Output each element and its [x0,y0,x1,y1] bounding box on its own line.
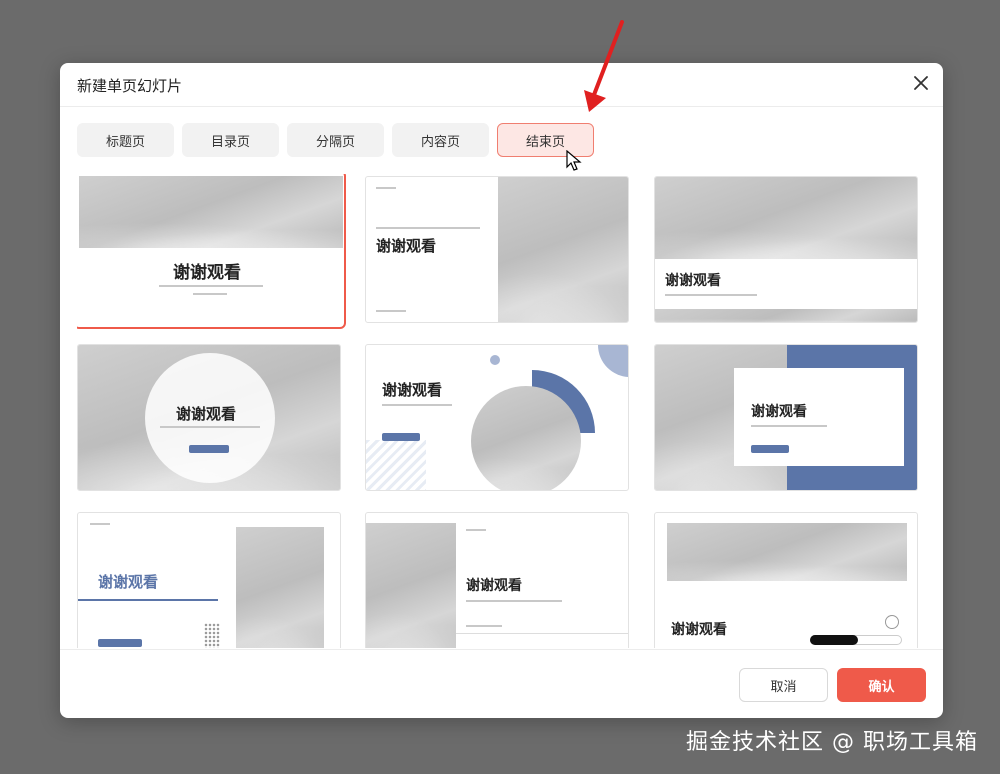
template-subtitle-line [160,426,260,428]
template-thank-text: 谢谢观看 [376,237,437,255]
template-ring [885,615,899,629]
template-image [655,309,917,322]
template-card[interactable]: 谢谢观看 [77,512,341,648]
template-logo-line [376,187,396,189]
template-image [79,176,343,248]
template-subtitle-line [159,285,263,287]
template-card[interactable]: 谢谢观看 [654,344,918,491]
template-subtitle-line [193,293,227,295]
template-pill [189,445,229,453]
confirm-button[interactable]: 确认 [837,668,926,702]
template-pill [98,639,142,647]
template-thank-text: 谢谢观看 [382,381,443,399]
template-card[interactable]: 谢谢观看 [365,344,629,491]
template-corner [598,345,628,377]
template-subtitle-line [376,227,480,229]
template-pill-dark [810,635,858,645]
template-thank-text: 谢谢观看 [176,405,237,423]
cancel-button[interactable]: 取消 [739,668,828,702]
template-thank-text: 谢谢观看 [665,273,721,289]
new-slide-dialog: 新建单页幻灯片 标题页 目录页 分隔页 内容页 结束页 谢谢观看 谢谢观看 谢谢… [60,63,943,718]
template-image [655,177,917,259]
template-subtitle-line [751,425,827,427]
template-thank-text: 谢谢观看 [466,578,522,594]
category-tabs: 标题页 目录页 分隔页 内容页 结束页 [77,123,594,157]
tab-section-page[interactable]: 分隔页 [287,123,384,157]
template-card[interactable]: 谢谢观看 [77,174,346,329]
template-image [366,523,456,648]
template-thank-text: 谢谢观看 [751,404,807,420]
close-icon[interactable] [909,71,933,95]
template-thank-text: 谢谢观看 [173,263,241,283]
template-subtitle-line [665,294,757,296]
template-pill [751,445,789,453]
template-rule [78,599,218,601]
header-divider [60,106,943,107]
template-grid: 谢谢观看 谢谢观看 谢谢观看 谢谢观看 谢谢观看 谢谢观看 谢谢观看 谢谢观看 … [77,174,927,648]
tab-content-page[interactable]: 内容页 [392,123,489,157]
template-card[interactable]: 谢谢观看 [77,344,341,491]
template-thank-text: 谢谢观看 [98,573,159,591]
template-card[interactable]: 谢谢观看 [365,512,629,648]
footer-divider [60,649,943,650]
mouse-cursor-icon [566,150,582,171]
annotation-arrow-icon [584,20,624,112]
template-card[interactable]: 谢谢观看 [654,512,918,648]
dialog-title: 新建单页幻灯片 [77,77,183,95]
template-card[interactable]: 谢谢观看 [654,176,918,323]
template-dots [204,623,220,648]
template-image [498,177,628,322]
template-footer-line [376,310,406,312]
template-logo-line [466,529,486,531]
template-logo-line [90,523,110,525]
template-footer-line [466,625,502,627]
template-thank-text: 谢谢观看 [671,622,727,638]
template-rule [456,633,628,634]
template-image [236,527,324,648]
watermark: 掘金技术社区 @ 职场工具箱 [686,730,978,755]
template-pill [382,433,420,441]
template-subtitle-line [382,404,452,406]
template-card[interactable]: 谢谢观看 [365,176,629,323]
template-stripes [366,440,426,490]
template-image [667,523,907,581]
tab-title-page[interactable]: 标题页 [77,123,174,157]
template-subtitle-line [466,600,562,602]
template-image [471,386,581,490]
template-dot [490,355,500,365]
tab-contents-page[interactable]: 目录页 [182,123,279,157]
